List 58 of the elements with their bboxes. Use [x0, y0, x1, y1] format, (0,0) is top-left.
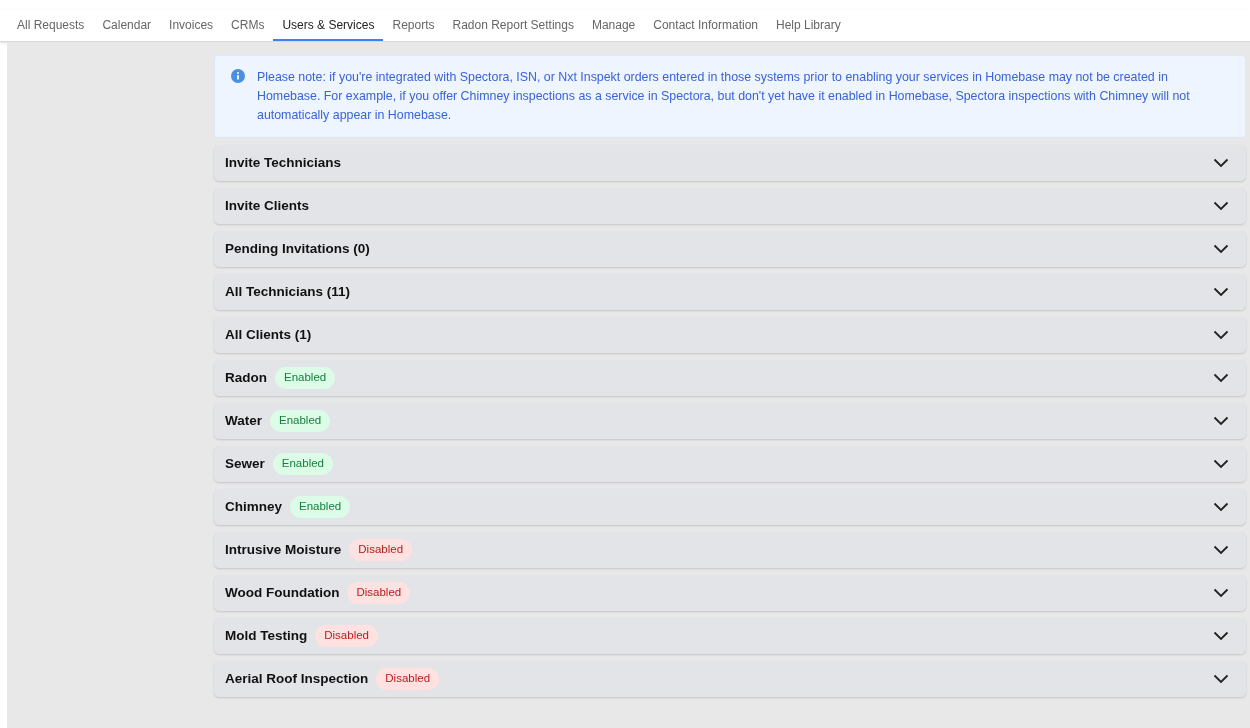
section-title: Invite Clients	[225, 196, 310, 215]
status-badge: Enabled	[290, 496, 351, 518]
chevron-icon	[1213, 502, 1229, 512]
chevron-icon	[1213, 330, 1229, 340]
chevron-icon	[1213, 545, 1229, 555]
section-title: Radon	[225, 368, 267, 387]
accordion-header[interactable]: Aerial Roof Inspection Disabled	[214, 661, 1246, 697]
status-badge: Disabled	[315, 625, 378, 647]
accordion-header[interactable]: Sewer Enabled	[214, 446, 1246, 482]
section-title: Mold Testing	[225, 626, 308, 645]
chevron-icon	[1213, 158, 1229, 168]
status-badge: Disabled	[347, 582, 411, 604]
status-badge: Disabled	[376, 668, 440, 690]
status-badge: Enabled	[270, 410, 331, 432]
section-title: Sewer	[225, 454, 265, 473]
accordion-header[interactable]: Chimney Enabled	[214, 489, 1246, 525]
chevron-icon	[1213, 201, 1229, 211]
accordion-header[interactable]: All Technicians (11)	[214, 274, 1246, 310]
chevron-icon	[1213, 287, 1229, 297]
nav-tab[interactable]: Calendar	[93, 10, 161, 41]
chevron-icon	[1213, 416, 1229, 426]
section-title: Wood Foundation	[225, 583, 340, 602]
nav-tab[interactable]: Invoices	[160, 10, 223, 41]
chevron-icon	[1213, 674, 1229, 684]
notice-text: Please note: if you're integrated with Spectora, ISN, or Nxt Inspekt orders entered in those systems prior to enabling your services in Homebase may not be created in Homebase. For example, if you offer Chimney inspections as a service in Spectora, but don't yet have it enabled in Homebase, Spectora inspections with Chimney will not automatically appear in Homebase.	[257, 69, 1191, 124]
chevron-icon	[1213, 373, 1229, 383]
section-title: Intrusive Moisture	[225, 540, 342, 559]
chevron-icon	[1213, 459, 1229, 469]
accordion-header[interactable]: Radon Enabled	[214, 360, 1246, 396]
section-title: All Clients (1)	[225, 325, 312, 344]
section-title: Invite Technicians	[225, 153, 342, 172]
info-icon	[231, 69, 245, 83]
accordion-header[interactable]: Invite Clients	[214, 188, 1246, 224]
chevron-icon	[1213, 631, 1229, 641]
nav-tab[interactable]: Contact Information	[644, 10, 767, 41]
status-badge: Enabled	[275, 367, 336, 389]
nav-tab[interactable]: Radon Report Settings	[443, 10, 583, 41]
chevron-icon	[1213, 588, 1229, 598]
status-badge: Enabled	[272, 453, 333, 475]
nav-tab[interactable]: All Requests	[8, 10, 94, 41]
section-title: Water	[225, 411, 262, 430]
accordion-header[interactable]: Water Enabled	[214, 403, 1246, 439]
accordion-header[interactable]: Mold Testing Disabled	[214, 618, 1246, 654]
accordion-header[interactable]: Wood Foundation Disabled	[214, 575, 1246, 611]
accordion-header[interactable]: Intrusive Moisture Disabled	[214, 532, 1246, 568]
accordion-header[interactable]: Invite Technicians	[214, 145, 1246, 181]
section-title: Pending Invitations (0)	[225, 239, 370, 258]
nav-tab[interactable]: CRMs	[222, 10, 274, 41]
nav-tab[interactable]: Manage	[582, 10, 645, 41]
chevron-icon	[1213, 244, 1229, 254]
section-title: All Technicians (11)	[225, 282, 351, 301]
nav-tab[interactable]: Reports	[383, 10, 444, 41]
accordion-header[interactable]: Pending Invitations (0)	[214, 231, 1246, 267]
nav-tab[interactable]: Help Library	[767, 10, 850, 41]
status-badge: Disabled	[349, 539, 413, 561]
section-title: Chimney	[225, 497, 282, 516]
section-title: Aerial Roof Inspection	[225, 669, 369, 688]
accordion-header[interactable]: All Clients (1)	[214, 317, 1246, 353]
